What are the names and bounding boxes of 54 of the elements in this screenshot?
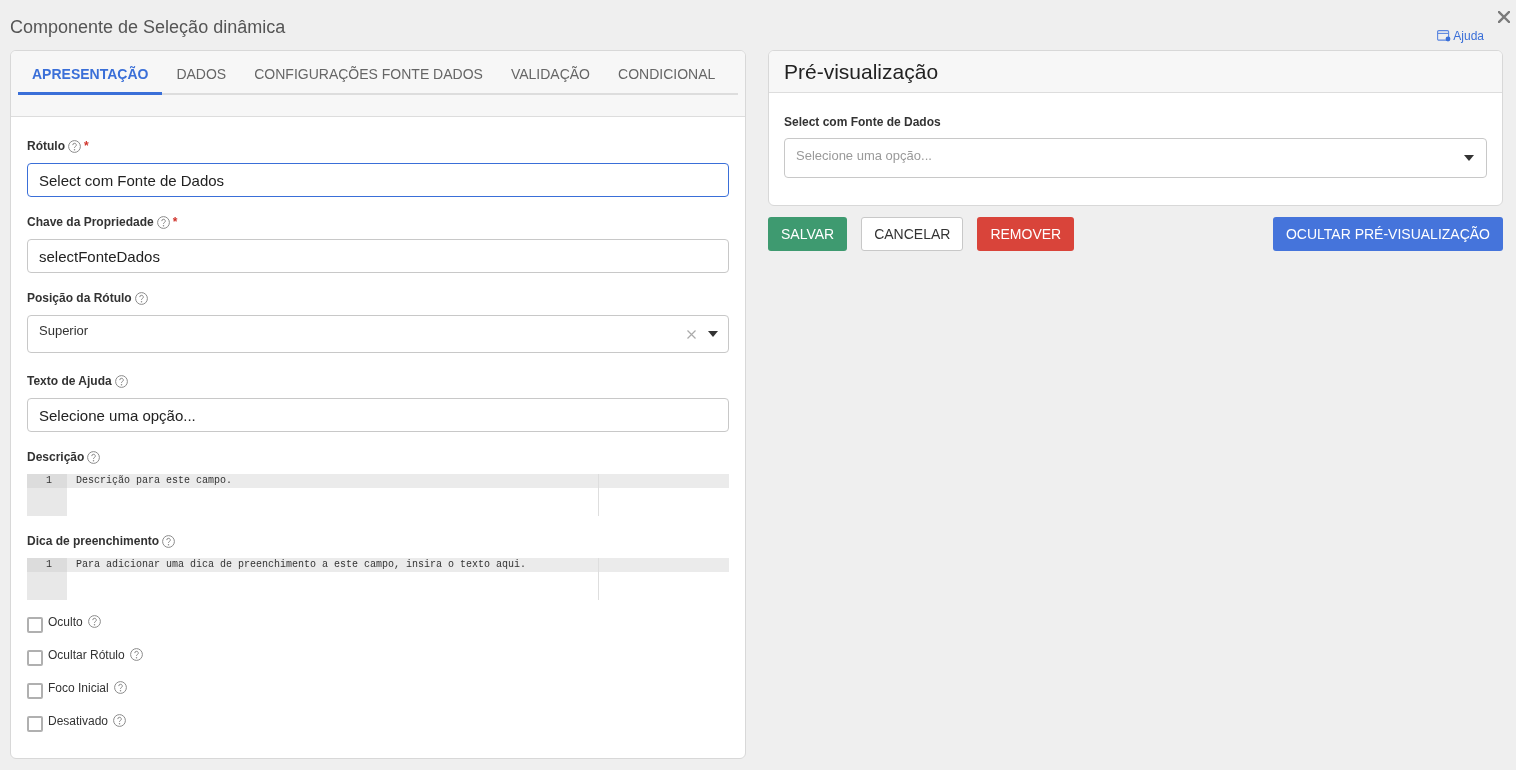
- help-icon[interactable]: [134, 291, 148, 305]
- input-field[interactable]: Selecione uma opção...: [27, 398, 729, 432]
- field-label: Rótulo: [27, 138, 65, 155]
- tab[interactable]: CONFIGURAÇÕES FONTE DADOS: [240, 55, 497, 95]
- help-icon[interactable]: [68, 139, 81, 153]
- checkbox[interactable]: [27, 650, 43, 666]
- field-label: Posição da Rótulo: [27, 290, 132, 307]
- action-button[interactable]: CANCELAR: [861, 217, 964, 251]
- action-button[interactable]: SALVAR: [768, 217, 848, 251]
- field-label: Dica de preenchimento: [27, 533, 160, 550]
- help-link[interactable]: Ajuda: [1437, 29, 1484, 43]
- checkbox[interactable]: [27, 617, 43, 633]
- line-number: 1: [27, 474, 67, 488]
- clear-icon[interactable]: [687, 329, 696, 339]
- code-editor[interactable]: 1 Descrição para este campo.: [27, 474, 729, 516]
- window-title: Componente de Seleção dinâmica: [10, 16, 286, 38]
- toggle-preview-button[interactable]: OCULTAR PRÉ-VISUALIZAÇÃO: [1272, 217, 1503, 251]
- required-mark: *: [84, 138, 89, 155]
- tab[interactable]: VALIDAÇÃO: [496, 55, 604, 95]
- preview-title: Pré-visualização: [784, 59, 939, 84]
- help-icon[interactable]: [156, 215, 170, 229]
- help-icon[interactable]: [113, 681, 127, 694]
- input-field[interactable]: selectFonteDados: [27, 239, 729, 273]
- checkbox[interactable]: [27, 716, 43, 732]
- tab[interactable]: CONDICIONAL: [604, 55, 730, 95]
- checkbox[interactable]: [27, 683, 43, 699]
- field-label: Descrição: [27, 449, 85, 466]
- checkbox-label: Ocultar Rótulo: [48, 647, 125, 662]
- action-button[interactable]: REMOVER: [977, 217, 1075, 251]
- line-number: 1: [27, 558, 67, 572]
- close-icon: [1498, 11, 1510, 23]
- field-label: Select com Fonte de Dados: [784, 114, 942, 131]
- select-field[interactable]: Superior: [27, 315, 729, 353]
- help-icon[interactable]: [87, 615, 101, 628]
- tab[interactable]: DADOS: [162, 55, 241, 95]
- select-field[interactable]: Selecione uma opção...: [784, 138, 1487, 178]
- field-label: Chave da Propriedade: [27, 214, 154, 231]
- help-icon[interactable]: [129, 648, 143, 661]
- caret-icon: [1464, 155, 1474, 161]
- checkbox-label: Desativado: [48, 713, 109, 728]
- checkbox-label: Foco Inicial: [48, 680, 109, 695]
- field-label: Texto de Ajuda: [27, 373, 112, 390]
- checkbox-label: Oculto: [48, 614, 83, 629]
- tab[interactable]: APRESENTAÇÃO: [18, 55, 163, 95]
- caret-icon: [708, 331, 718, 337]
- required-mark: *: [172, 214, 178, 231]
- input-field[interactable]: Select com Fonte de Dados: [27, 163, 729, 197]
- close-button[interactable]: [1498, 11, 1510, 23]
- help-icon[interactable]: [87, 450, 101, 464]
- help-icon[interactable]: [113, 714, 127, 727]
- code-editor[interactable]: 1 Para adicionar uma dica de preenchimento a este campo, insira o texto aqui.: [27, 558, 729, 600]
- help-icon[interactable]: [162, 534, 176, 548]
- help-icon[interactable]: [114, 374, 128, 388]
- window-icon: [1437, 30, 1452, 42]
